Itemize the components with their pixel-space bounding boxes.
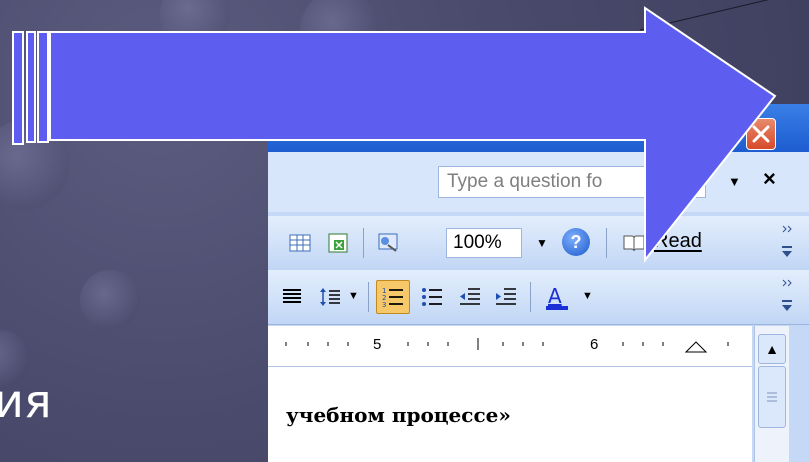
big-arrow-icon [12, 0, 777, 263]
